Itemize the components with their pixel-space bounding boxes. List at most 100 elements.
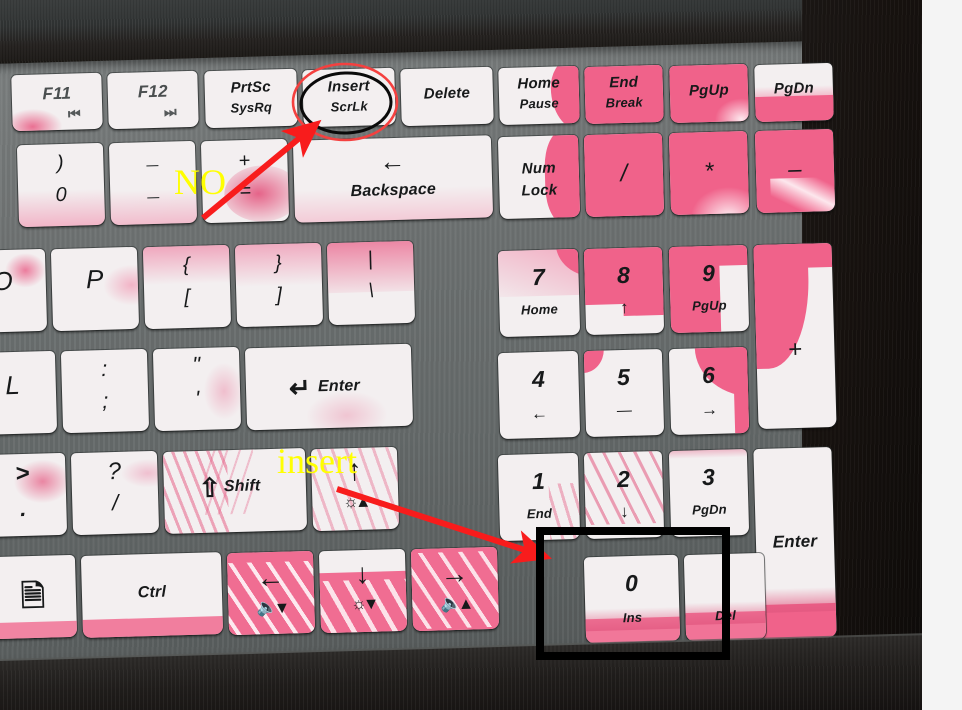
key-delete-label: Delete bbox=[423, 84, 471, 103]
key-np-9-sublabel: PgUp bbox=[691, 297, 728, 314]
key-np-5-sublabel: — bbox=[616, 401, 633, 420]
key-l-label: L bbox=[5, 369, 21, 401]
key-slash[interactable]: ? / bbox=[70, 450, 160, 536]
key-home[interactable]: Home Pause bbox=[498, 65, 580, 126]
key-p-label: P bbox=[85, 263, 104, 295]
key-np-period[interactable]: ▪ Del bbox=[683, 552, 767, 642]
key-np-1[interactable]: 1 End bbox=[497, 452, 581, 542]
key-np-divide[interactable]: / bbox=[583, 132, 665, 218]
key-bracket-right-upper: } bbox=[274, 251, 283, 275]
key-backspace[interactable]: ← Backspace bbox=[292, 135, 494, 223]
key-np-plus[interactable]: + bbox=[753, 242, 837, 430]
key-quote[interactable]: " ' bbox=[152, 346, 242, 432]
key-end-sublabel: Break bbox=[605, 94, 643, 111]
key-np-minus[interactable]: – bbox=[754, 128, 836, 214]
key-np-9[interactable]: 9 PgUp bbox=[668, 244, 750, 334]
key-slash-lower: / bbox=[111, 489, 119, 516]
key-np-4[interactable]: 4 ← bbox=[497, 350, 581, 440]
key-ctrl-right[interactable]: Ctrl bbox=[80, 552, 224, 638]
insert-label: insert bbox=[277, 441, 357, 481]
key-0-paren[interactable]: ) 0 bbox=[16, 142, 106, 228]
key-l[interactable]: L bbox=[0, 350, 58, 436]
key-np-5-label: 5 bbox=[616, 363, 631, 391]
key-o-label: O bbox=[0, 265, 14, 297]
key-menu[interactable]: 🗎 bbox=[0, 554, 78, 640]
key-np-3-label: 3 bbox=[701, 463, 716, 491]
key-p[interactable]: P bbox=[50, 246, 140, 332]
keyboard-photo: F11 ⏮ F12 ⏭ PrtSc SysRq Insert ScrLk Del… bbox=[0, 0, 922, 710]
arrow-left-icon: ← bbox=[256, 561, 286, 594]
key-enter-label: Enter bbox=[317, 377, 361, 396]
prev-track-icon: ⏮ bbox=[67, 105, 81, 122]
key-0-paren-lower: 0 bbox=[55, 183, 68, 207]
key-insert[interactable]: Insert ScrLk bbox=[302, 67, 396, 128]
volume-up-icon: 🔈▴ bbox=[440, 593, 471, 614]
next-track-icon: ⏭ bbox=[163, 103, 177, 120]
key-np-2[interactable]: 2 ↓ bbox=[583, 450, 665, 540]
arrow-right-icon: → bbox=[440, 557, 470, 590]
key-bracket-left-lower: [ bbox=[184, 285, 191, 309]
key-f11[interactable]: F11 ⏮ bbox=[11, 72, 103, 132]
key-bracket-left[interactable]: { [ bbox=[142, 244, 232, 330]
key-np-multiply[interactable]: * bbox=[668, 130, 750, 216]
key-np-0[interactable]: 0 Ins bbox=[583, 554, 681, 644]
key-np-period-label: ▪ bbox=[721, 575, 728, 593]
key-prtsc[interactable]: PrtSc SysRq bbox=[204, 68, 298, 129]
key-semicolon[interactable]: : ; bbox=[60, 348, 150, 434]
key-quote-lower: ' bbox=[194, 385, 200, 412]
arrow-right-icon: → bbox=[700, 399, 719, 420]
key-np-3-sublabel: PgDn bbox=[691, 501, 728, 518]
key-semicolon-upper: : bbox=[100, 355, 108, 382]
key-o[interactable]: O bbox=[0, 248, 48, 334]
key-np-9-label: 9 bbox=[701, 259, 716, 287]
brightness-down-icon: ☼▾ bbox=[350, 593, 376, 614]
key-pgdn[interactable]: PgDn bbox=[754, 62, 834, 123]
key-period[interactable]: > . bbox=[0, 452, 68, 538]
key-np-minus-label: – bbox=[787, 155, 803, 184]
arrow-left-icon: ← bbox=[530, 403, 549, 424]
key-bracket-left-upper: { bbox=[182, 253, 191, 277]
key-backspace-label: Backspace bbox=[350, 180, 437, 201]
key-arrow-left[interactable]: ← 🔈▾ bbox=[226, 550, 316, 636]
key-np-6-label: 6 bbox=[701, 361, 716, 389]
key-insert-sublabel: ScrLk bbox=[330, 98, 369, 115]
key-end[interactable]: End Break bbox=[584, 64, 664, 125]
key-end-label: End bbox=[608, 73, 639, 92]
key-np-enter[interactable]: Enter bbox=[753, 446, 837, 640]
key-np-plus-label: + bbox=[787, 335, 803, 364]
key-np-2-label: 2 bbox=[616, 465, 631, 493]
key-prtsc-sublabel: SysRq bbox=[230, 99, 273, 116]
key-prtsc-label: PrtSc bbox=[230, 78, 272, 97]
key-np-7-label: 7 bbox=[531, 263, 546, 291]
enter-arrow-icon: ↵ bbox=[288, 372, 312, 404]
key-np-8[interactable]: 8 ↑ bbox=[583, 246, 665, 336]
key-arrow-down[interactable]: ↓ ☼▾ bbox=[318, 548, 408, 634]
key-slash-upper: ? bbox=[107, 457, 122, 486]
no-label: NO bbox=[174, 162, 226, 202]
key-np-8-label: 8 bbox=[616, 261, 631, 289]
key-np-multiply-label: * bbox=[703, 157, 715, 186]
key-np-0-sublabel: Ins bbox=[622, 609, 643, 626]
key-period-upper: > bbox=[14, 459, 30, 488]
key-np-4-label: 4 bbox=[531, 365, 546, 393]
key-np-enter-label: Enter bbox=[772, 531, 818, 552]
key-0-paren-upper: ) bbox=[56, 151, 65, 175]
key-pgup[interactable]: PgUp bbox=[669, 63, 749, 124]
key-np-6[interactable]: 6 → bbox=[668, 346, 750, 436]
key-bracket-right[interactable]: } ] bbox=[234, 242, 324, 328]
key-f12[interactable]: F12 ⏭ bbox=[107, 70, 199, 130]
key-np-5[interactable]: 5 — bbox=[583, 348, 665, 438]
key-delete[interactable]: Delete bbox=[400, 66, 494, 127]
key-np-7[interactable]: 7 Home bbox=[497, 248, 581, 338]
key-numlock[interactable]: Num Lock bbox=[497, 134, 581, 220]
key-np-0-label: 0 bbox=[624, 569, 639, 597]
key-np-period-sublabel: Del bbox=[714, 607, 737, 624]
key-arrow-right[interactable]: → 🔈▴ bbox=[410, 546, 500, 632]
key-np-3[interactable]: 3 PgDn bbox=[668, 448, 750, 538]
key-pgup-label: PgUp bbox=[688, 81, 730, 100]
key-enter[interactable]: ↵ Enter bbox=[244, 343, 414, 431]
key-quote-upper: " bbox=[191, 351, 201, 378]
key-backslash[interactable]: | \ bbox=[326, 240, 416, 326]
volume-down-icon: 🔈▾ bbox=[256, 597, 287, 618]
key-ctrl-label: Ctrl bbox=[137, 583, 167, 602]
